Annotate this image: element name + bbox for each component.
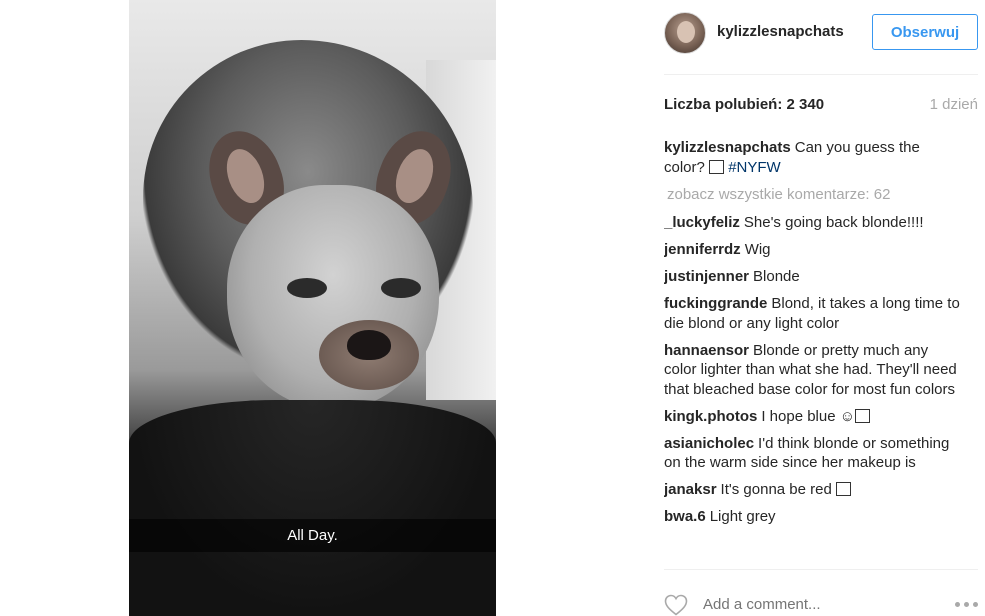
comment-text: It's gonna be red	[720, 481, 832, 498]
eye-left	[287, 278, 327, 298]
list-item: janaksr It's gonna be red	[664, 480, 964, 500]
list-item: hannaensor Blonde or pretty much any colo…	[664, 341, 964, 400]
comment-bar	[664, 569, 978, 616]
likes-row: Liczba polubień: 2 340 1 dzień	[664, 96, 978, 118]
smile-emoji-icon: ☺	[839, 407, 856, 425]
dot	[964, 602, 969, 607]
comment-text: Light grey	[709, 508, 776, 525]
comment-username[interactable]: fuckinggrande	[664, 295, 767, 312]
more-options-icon[interactable]	[955, 602, 978, 607]
post-photo[interactable]: All Day.	[129, 0, 496, 616]
list-item: _luckyfeliz She's going back blonde!!!!	[664, 213, 964, 233]
comment-username[interactable]: hannaensor	[664, 342, 749, 359]
caption-comment: kylizzlesnapchats Can you guess the color…	[664, 138, 964, 177]
snapchat-caption-bar: All Day.	[129, 519, 496, 552]
emoji-glyph-icon	[836, 482, 851, 496]
heart-outline-icon[interactable]	[664, 594, 688, 616]
comment-text: She's going back blonde!!!!	[743, 214, 924, 231]
avatar[interactable]	[664, 12, 706, 54]
view-all-comments-link[interactable]: zobacz wszystkie komentarze: 62	[667, 185, 964, 205]
dot	[973, 602, 978, 607]
dot	[955, 602, 960, 607]
comment-username[interactable]: janaksr	[664, 481, 717, 498]
comments-list: kylizzlesnapchats Can you guess the color…	[664, 138, 964, 570]
header-username[interactable]: kylizzlesnapchats	[717, 23, 844, 40]
dog-nose	[347, 330, 391, 360]
list-item: fuckinggrande Blond, it takes a long time…	[664, 294, 964, 333]
likes-count[interactable]: Liczba polubień: 2 340	[664, 96, 824, 113]
eye-right	[381, 278, 421, 298]
list-item: kingk.photos I hope blue ☺	[664, 407, 964, 427]
emoji-glyph-icon	[855, 408, 871, 423]
comment-text: I hope blue	[761, 407, 836, 425]
hashtag-link[interactable]: #NYFW	[728, 159, 781, 176]
post-sidebar: kylizzlesnapchats Obserwuj Liczba polubi…	[640, 0, 985, 616]
list-item: justinjenner Blonde	[664, 267, 964, 287]
comment-username[interactable]: jenniferrdz	[664, 241, 741, 258]
post-timestamp[interactable]: 1 dzień	[930, 96, 978, 113]
comment-input[interactable]	[703, 596, 933, 613]
comment-username[interactable]: bwa.6	[664, 508, 706, 525]
comment-text: Wig	[744, 241, 771, 258]
list-item: bwa.6 Light grey	[664, 507, 964, 527]
comment-text: Blonde	[753, 268, 800, 285]
comment-username[interactable]: kylizzlesnapchats	[664, 139, 791, 156]
follow-button[interactable]: Obserwuj	[872, 14, 978, 50]
snapchat-caption-text: All Day.	[287, 527, 338, 544]
salon-cape	[129, 400, 496, 616]
media-pane: All Day.	[0, 0, 640, 616]
list-item: asianicholec I'd think blonde or somethin…	[664, 434, 964, 473]
comment-username[interactable]: asianicholec	[664, 435, 754, 452]
comment-username[interactable]: kingk.photos	[664, 408, 757, 425]
comment-username[interactable]: _luckyfeliz	[664, 214, 740, 231]
list-item: jenniferrdz Wig	[664, 240, 964, 260]
comment-username[interactable]: justinjenner	[664, 268, 749, 285]
post-header: kylizzlesnapchats Obserwuj	[664, 0, 978, 75]
emoji-glyph-icon	[709, 159, 725, 174]
